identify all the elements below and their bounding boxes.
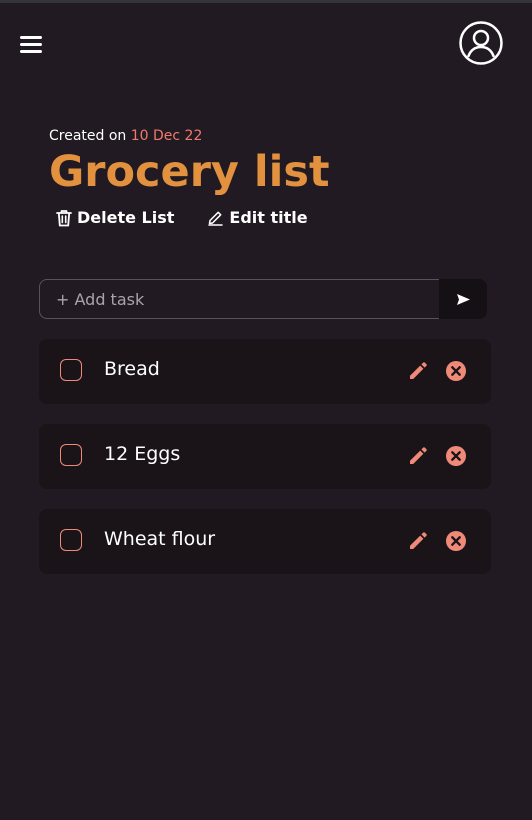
task-label: Bread — [104, 358, 160, 380]
list-title: Grocery list — [49, 147, 330, 197]
delete-list-button[interactable]: Delete List — [56, 208, 174, 227]
close-circle-icon[interactable] — [445, 445, 467, 467]
menu-button[interactable] — [20, 36, 42, 54]
task-label: Wheat flour — [104, 528, 216, 550]
task-checkbox[interactable] — [60, 444, 82, 466]
add-task-submit-button[interactable] — [439, 279, 487, 319]
pencil-icon[interactable] — [407, 445, 429, 467]
task-checkbox[interactable] — [60, 359, 82, 381]
close-circle-icon[interactable] — [445, 360, 467, 382]
close-circle-icon[interactable] — [445, 530, 467, 552]
trash-icon — [56, 209, 72, 226]
send-icon — [456, 293, 470, 305]
created-prefix: Created on — [49, 128, 127, 144]
task-label: 12 Eggs — [104, 443, 181, 465]
add-task-form — [39, 279, 487, 319]
edit-title-label: Edit title — [229, 208, 308, 227]
task-item: Bread — [39, 339, 491, 404]
pencil-outline-icon — [208, 211, 224, 226]
app-page: Created on 10 Dec 22 Grocery list Delete… — [0, 0, 532, 820]
pencil-icon[interactable] — [407, 530, 429, 552]
list-actions: Delete List Edit title — [56, 208, 308, 227]
profile-button[interactable] — [458, 20, 504, 66]
task-checkbox[interactable] — [60, 529, 82, 551]
edit-title-button[interactable]: Edit title — [207, 208, 308, 227]
task-item: Wheat flour — [39, 509, 491, 574]
list-header: Created on 10 Dec 22 Grocery list — [49, 127, 330, 197]
add-task-input[interactable] — [39, 279, 439, 319]
task-item: 12 Eggs — [39, 424, 491, 489]
created-date: 10 Dec 22 — [130, 128, 203, 144]
hamburger-icon — [20, 36, 42, 53]
delete-list-label: Delete List — [77, 208, 175, 227]
pencil-icon[interactable] — [407, 360, 429, 382]
created-info: Created on 10 Dec 22 — [49, 127, 330, 145]
user-circle-icon — [459, 21, 503, 65]
